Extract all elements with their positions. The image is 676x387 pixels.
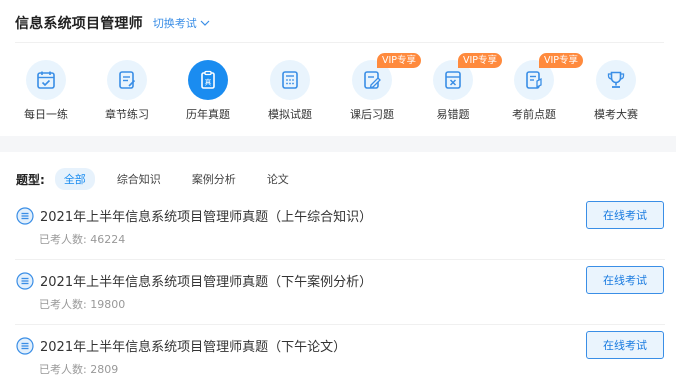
taken-count: 46224: [90, 233, 126, 246]
filter-chip-general[interactable]: 综合知识: [108, 168, 170, 190]
svg-text:真: 真: [205, 78, 212, 87]
online-exam-button[interactable]: 在线考试: [586, 266, 664, 294]
clipboard-exam-icon: 真: [201, 70, 215, 89]
nav-icon-bg: [270, 60, 310, 100]
vip-badge: VIP专享: [458, 53, 503, 68]
nav-label: 章节练习: [105, 108, 149, 121]
question-type-filter: 题型: 全部 综合知识 案例分析 论文: [16, 168, 311, 190]
filter-chip-all[interactable]: 全部: [54, 168, 95, 190]
paper-row: 2021年上半年信息系统项目管理师真题（下午案例分析） 已考人数: 19800 …: [15, 266, 665, 326]
taken-count: 2809: [90, 363, 119, 376]
nav-icon-bg: [107, 60, 147, 100]
pencil-doc-icon: [364, 71, 381, 89]
vip-badge: VIP专享: [377, 53, 422, 68]
exam-pen-icon: [526, 71, 542, 89]
row-divider: [15, 259, 665, 260]
chevron-down-icon: [200, 20, 210, 26]
header-divider: [15, 42, 664, 43]
nav-item-error-prone[interactable]: 易错题 VIP专享: [417, 53, 503, 122]
filter-chip-case[interactable]: 案例分析: [183, 168, 245, 190]
paper-meta: 已考人数: 46224: [39, 231, 125, 247]
paper-meta: 已考人数: 2809: [39, 361, 118, 377]
paper-title[interactable]: 2021年上半年信息系统项目管理师真题（下午论文）: [40, 336, 346, 355]
switch-exam-label: 切换考试: [152, 17, 197, 30]
trophy-icon: [607, 71, 625, 88]
calculator-grid-icon: [282, 71, 298, 89]
vip-badge: VIP专享: [539, 53, 584, 68]
taken-count-label: 已考人数:: [39, 298, 87, 311]
nav-label: 模拟试题: [268, 108, 312, 121]
paper-row: 2021年上半年信息系统项目管理师真题（上午综合知识） 已考人数: 46224 …: [15, 201, 665, 261]
exam-title: 信息系统项目管理师: [15, 16, 143, 32]
list-doc-icon: [16, 207, 34, 225]
nav-label: 课后习题: [350, 108, 394, 121]
paper-title[interactable]: 2021年上半年信息系统项目管理师真题（下午案例分析）: [40, 271, 372, 290]
online-exam-button[interactable]: 在线考试: [586, 201, 664, 229]
row-divider: [15, 324, 665, 325]
title-row: 信息系统项目管理师 切换考试: [15, 11, 210, 35]
feature-nav: 每日一练 章节练习 真 历年真题 模拟试题 课后习题 VIP专享 易错题 VIP…: [0, 53, 676, 126]
paper-row: 2021年上半年信息系统项目管理师真题（下午论文） 已考人数: 2809 在线考…: [15, 331, 665, 387]
nav-label: 模考大赛: [594, 108, 638, 121]
error-x-card-icon: [445, 71, 461, 89]
list-doc-icon: [16, 337, 34, 355]
section-gap: [0, 136, 676, 152]
nav-label: 每日一练: [24, 108, 68, 121]
nav-item-past-exams[interactable]: 真 历年真题: [172, 56, 244, 122]
online-exam-button[interactable]: 在线考试: [586, 331, 664, 359]
nav-icon-bg: [596, 60, 636, 100]
nav-item-mock-contest[interactable]: 模考大赛: [580, 56, 652, 122]
nav-label: 易错题: [436, 108, 470, 121]
list-doc-icon: [16, 272, 34, 290]
nav-item-mock-tests[interactable]: 模拟试题: [254, 56, 326, 122]
nav-item-homework[interactable]: 课后习题 VIP专享: [336, 53, 422, 122]
filter-chip-essay[interactable]: 论文: [258, 168, 298, 190]
paper-title[interactable]: 2021年上半年信息系统项目管理师真题（上午综合知识）: [40, 206, 372, 225]
taken-count: 19800: [90, 298, 126, 311]
nav-icon-bg: [26, 60, 66, 100]
nav-item-chapter-practice[interactable]: 章节练习: [91, 56, 163, 122]
nav-icon-bg-active: 真: [188, 60, 228, 100]
nav-item-pre-exam-tips[interactable]: 考前点题 VIP专享: [498, 53, 584, 122]
nav-label: 考前点题: [512, 108, 556, 121]
taken-count-label: 已考人数:: [39, 363, 87, 376]
header-panel: 信息系统项目管理师 切换考试 每日一练 章节练习 真 历年真题 模拟试题 课后习…: [0, 0, 676, 136]
taken-count-label: 已考人数:: [39, 233, 87, 246]
nav-label: 历年真题: [186, 108, 230, 121]
switch-exam-button[interactable]: 切换考试: [153, 15, 210, 31]
calendar-check-icon: [37, 71, 55, 89]
notebook-pen-icon: [119, 71, 136, 89]
paper-meta: 已考人数: 19800: [39, 296, 125, 312]
nav-item-daily-practice[interactable]: 每日一练: [10, 56, 82, 122]
filter-label: 题型:: [16, 172, 45, 187]
